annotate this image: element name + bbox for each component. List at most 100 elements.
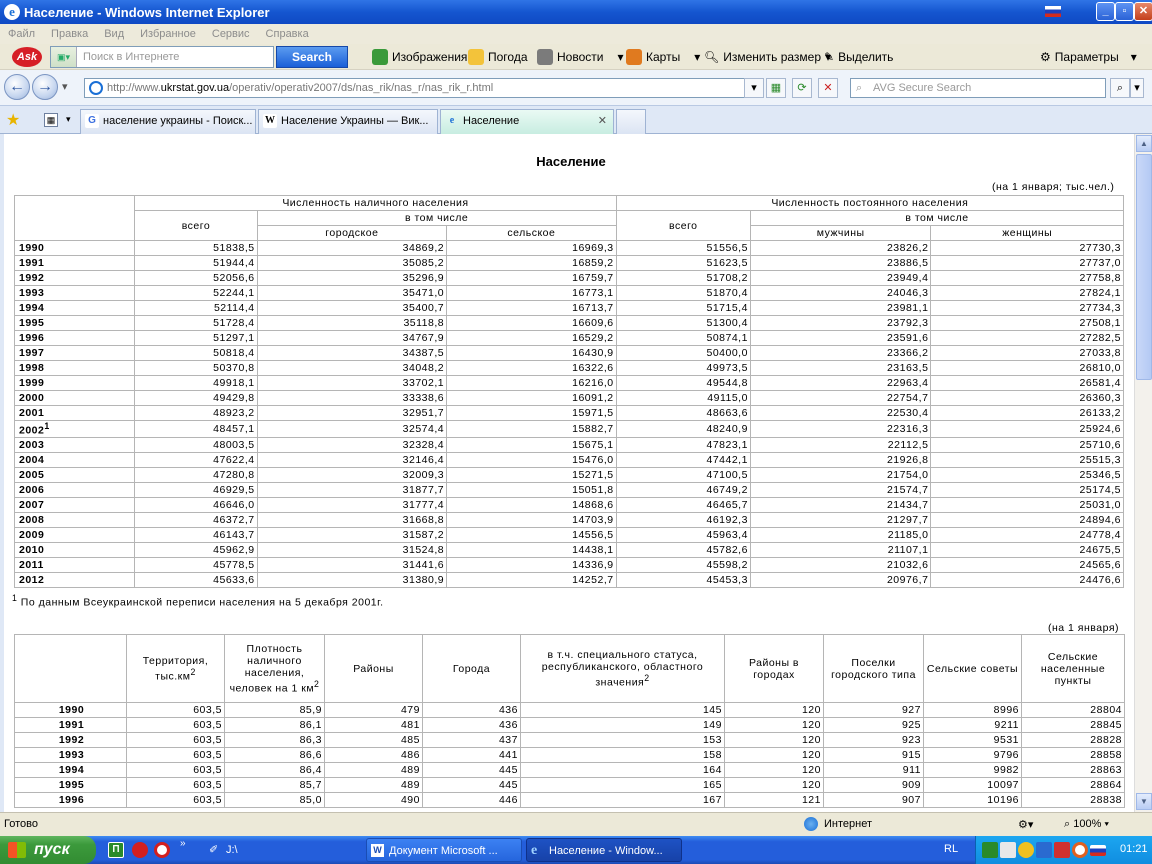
app-icon[interactable] [1072,842,1088,858]
monitor-icon[interactable] [1000,842,1016,858]
compat-view-icon[interactable]: ▦ [766,78,786,98]
cell-text: 16859,2 [572,257,614,269]
value-cell: 479 [324,702,423,718]
taskbar-item-drive[interactable]: ✐ J:\ [204,838,360,862]
avg-dropdown-button[interactable]: ▾ [1130,78,1144,98]
language-indicator[interactable]: RL [944,843,958,855]
opera-icon[interactable] [132,842,148,858]
chevron-down-icon[interactable]: ▾ [1131,50,1137,64]
value-cell: 46929,5 [134,481,258,498]
tab-wikipedia[interactable]: W Население Украины — Вик... [258,109,438,134]
cell-text: 27737,0 [1079,257,1121,269]
cell-text: 14252,7 [572,573,614,586]
window-title: Население - Windows Internet Explorer [24,4,270,20]
menu-help[interactable]: Справка [266,28,309,40]
value-cell: 31777,4 [256,496,448,513]
cell-text: 50370,8 [213,362,255,374]
tab-population[interactable]: e Население ✕ [440,109,614,135]
search-engine-icon[interactable]: ▣▾ [51,47,77,67]
cell-text: 21107,1 [887,543,929,556]
cell-text: 48003,5 [213,438,255,451]
refresh-icon[interactable]: ⟳ [792,78,812,98]
quick-launch-icon[interactable]: П [108,842,124,858]
value-cell: 22963,4 [749,375,932,391]
value-cell: 31524,8 [256,541,448,558]
menu-edit[interactable]: Правка [51,28,88,40]
address-dropdown-button[interactable]: ▾ [744,78,764,98]
menu-favorites[interactable]: Избранное [140,28,196,40]
back-button[interactable]: ← [4,74,30,100]
quick-launch-icon[interactable] [154,842,170,858]
weather-button[interactable]: Погода [468,48,528,66]
parameters-button[interactable]: ⚙ Параметры ▾ [1040,48,1137,66]
minimize-button[interactable]: _ [1096,2,1115,21]
value-cell: 51715,4 [615,300,751,316]
cell-text: 46929,5 [213,483,255,496]
value-cell: 51556,5 [615,240,751,256]
show-more-icon[interactable]: » [180,838,186,849]
value-cell: 49429,8 [134,390,258,406]
maps-button[interactable]: Карты ▾ [626,48,700,66]
zoom-control[interactable]: ⌕ 100% ▾ [1064,818,1109,831]
language-flag-icon[interactable] [1090,845,1106,856]
cell-text: 24894,6 [1079,513,1121,526]
avg-search-input[interactable]: ⌕ AVG Secure Search [850,78,1106,98]
news-button[interactable]: Новости ▾ [537,48,623,66]
avg-search-button[interactable]: ⌕ [1110,78,1130,98]
new-tab-button[interactable] [616,109,646,134]
network-icon[interactable] [1036,842,1052,858]
highlight-button[interactable]: ✎ Выделить [824,48,893,66]
taskbar-item-ie[interactable]: e Население - Window... [526,838,682,862]
value-cell: 14252,7 [446,571,617,588]
security-icon[interactable] [1018,842,1034,858]
ask-logo-icon[interactable]: Ask [12,47,42,67]
table-row: 2001 48923,2 32951,7 15971,5 48663,6 22530,4 2… [13,405,1124,421]
tab-list-dropdown-icon[interactable]: ▾ [66,114,71,125]
cell-text: 25346,5 [1079,468,1121,481]
header-density-sup: 2 [314,678,320,689]
value-cell: 22754,7 [749,390,932,406]
cell-text: 14556,5 [572,528,614,541]
vertical-scrollbar[interactable]: ▲ ▼ [1134,134,1152,812]
taskbar-item-word[interactable]: W Документ Microsoft ... [366,838,522,862]
tab-close-icon[interactable]: ✕ [598,110,607,132]
value-cell: 46749,2 [615,481,751,498]
value-cell: 48003,5 [134,436,258,453]
value-cell: 14556,5 [446,526,617,543]
cell-text: 15476,0 [572,453,614,466]
cell-text: 15675,1 [572,438,614,451]
cell-text: 2004 [19,453,45,466]
menu-file[interactable]: Файл [8,28,35,40]
stop-icon[interactable]: ✕ [818,78,838,98]
year-cell: 1998 [13,360,136,376]
menu-tools[interactable]: Сервис [212,28,250,40]
value-cell: 50818,4 [134,345,258,361]
quick-tabs-icon[interactable]: ▦ [44,113,58,127]
value-cell: 26360,3 [930,390,1124,406]
protected-mode-icon[interactable]: ⚙▾ [1018,818,1033,831]
resize-button[interactable]: 🔍︎ Изменить размер ▾ [704,48,831,66]
tab-google-search[interactable]: Gнаселение украины - Поиск... [80,109,256,134]
update-icon[interactable] [1054,842,1070,858]
close-button[interactable]: ✕ [1134,2,1152,21]
chevron-down-icon[interactable]: ▾ [617,50,623,64]
menu-view[interactable]: Вид [104,28,124,40]
scroll-thumb[interactable] [1136,154,1152,380]
maximize-button[interactable]: ▫ [1115,2,1134,21]
table-row: 2009 46143,7 31587,2 14556,5 45963,4 21185,0 2… [13,526,1124,543]
value-cell: 46465,7 [615,496,751,513]
ask-search-button[interactable]: Search [276,46,348,68]
address-input[interactable]: http://www.ukrstat.gov.ua/operativ/opera… [84,78,762,98]
value-cell: 603,5 [126,762,225,778]
scroll-up-icon[interactable]: ▲ [1136,135,1152,152]
cell-text: 24565,6 [1079,558,1121,571]
scroll-down-icon[interactable]: ▼ [1136,793,1152,810]
history-dropdown-icon[interactable]: ▾ [62,80,68,93]
network-icon[interactable] [982,842,998,858]
chevron-down-icon[interactable]: ▾ [694,50,700,64]
forward-button[interactable]: → [32,74,58,100]
favorites-star-icon[interactable]: ★ [6,110,20,130]
start-button[interactable]: пуск [0,836,96,864]
ask-search-input[interactable]: ▣▾ Поиск в Интернете [50,46,274,68]
images-button[interactable]: Изображения [372,48,467,66]
